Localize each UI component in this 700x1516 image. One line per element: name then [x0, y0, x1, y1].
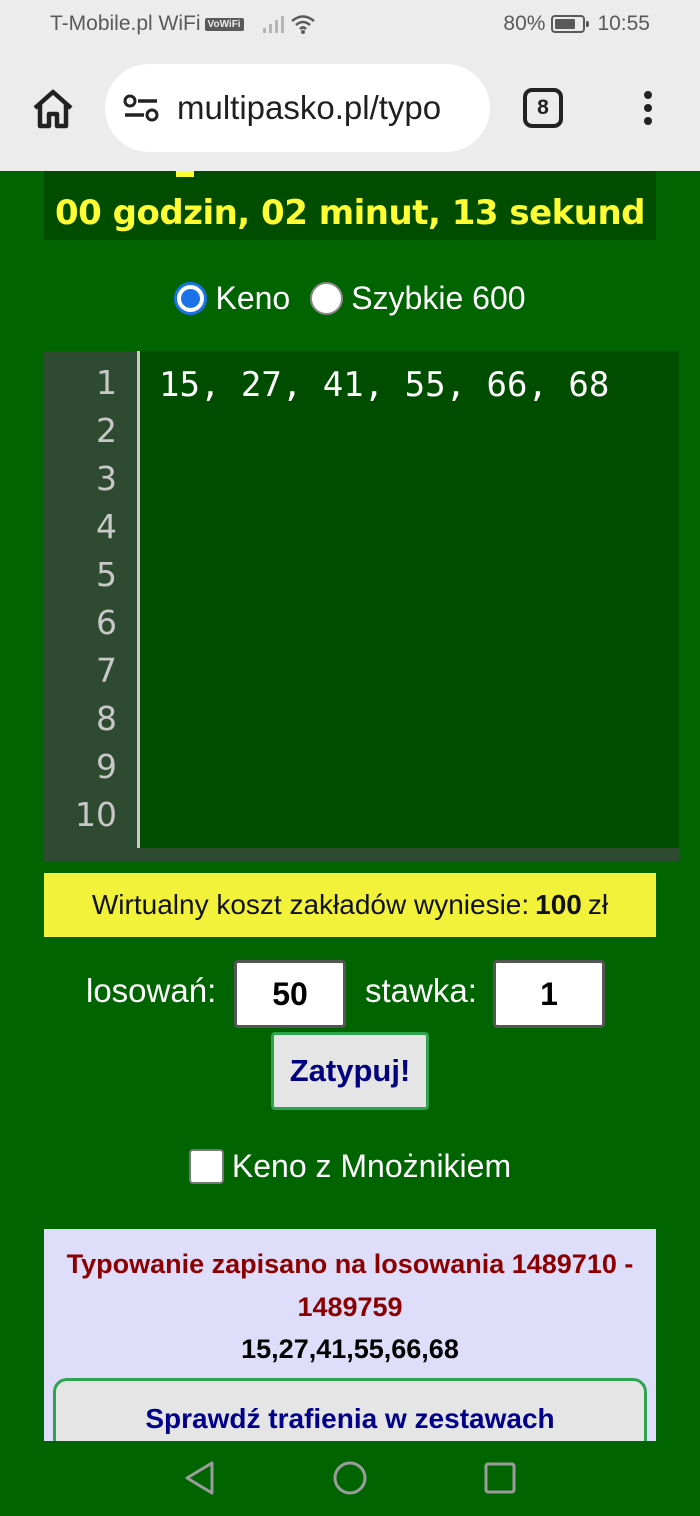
multiplier-label: Keno z Mnożnikiem	[231, 1148, 512, 1184]
address-bar[interactable]: multipasko.pl/typo	[105, 64, 490, 152]
line-number: 10	[75, 795, 117, 834]
numbers-editor[interactable]: 1 2 3 4 5 6 7 8 9 10 15, 27, 41, 55, 66,…	[44, 351, 679, 862]
line-number: 1	[96, 363, 117, 402]
bet-inputs: losowań: 50 stawka: 1	[0, 958, 700, 1028]
clock: 10:55	[597, 12, 650, 35]
countdown-text: 00 godzin, 02 minut, 13 sekund	[54, 193, 646, 233]
carrier-label: T-Mobile.pl WiFi	[50, 12, 201, 35]
radio-option-szybkie-600[interactable]: Szybkie 600	[310, 280, 526, 317]
site-settings-icon[interactable]	[123, 93, 159, 123]
editor-line-1[interactable]: 15, 27, 41, 55, 66, 68	[159, 365, 609, 405]
countdown-panel: 00 godzin, 02 minut, 13 sekund	[44, 171, 656, 240]
check-hits-button[interactable]: Sprawdź trafienia w zestawach	[53, 1378, 647, 1441]
line-number: 6	[96, 603, 117, 642]
battery-icon	[551, 15, 590, 33]
tab-count: 8	[537, 96, 549, 119]
battery-percent: 80%	[503, 12, 546, 35]
cost-label: Wirtualny koszt zakładów wyniesie:	[91, 889, 530, 920]
cost-currency: zł	[587, 889, 609, 920]
more-menu-icon[interactable]	[636, 86, 660, 132]
home-icon[interactable]	[30, 86, 76, 132]
radio-szybkie-600[interactable]	[310, 282, 344, 315]
signal-icon	[262, 16, 284, 33]
radio-option-keno[interactable]: Keno	[174, 280, 290, 317]
url-text: multipasko.pl/typo	[177, 89, 442, 126]
result-numbers: 15,27,41,55,66,68	[241, 1334, 459, 1364]
line-number: 4	[96, 507, 117, 546]
result-panel: Typowanie zapisano na losowania 1489710 …	[44, 1229, 656, 1441]
home-circle-icon[interactable]	[333, 1459, 369, 1497]
tab-switcher-button[interactable]: 8	[523, 88, 563, 128]
status-right: 80% 10:55	[503, 12, 650, 36]
line-number: 5	[96, 555, 117, 594]
cut-off-heading	[176, 171, 194, 177]
line-number: 2	[96, 411, 117, 450]
multiplier-checkbox[interactable]	[188, 1149, 224, 1184]
line-number: 7	[96, 651, 117, 690]
line-number: 3	[96, 459, 117, 498]
status-left: T-Mobile.pl WiFi VoWiFi	[50, 12, 316, 36]
draws-input[interactable]: 50	[234, 960, 346, 1028]
radio-keno[interactable]	[174, 282, 208, 315]
line-number: 8	[96, 699, 117, 738]
cost-amount: 100	[535, 889, 582, 920]
horizontal-scrollbar[interactable]	[44, 848, 679, 862]
status-bar: T-Mobile.pl WiFi VoWiFi 80% 10:55	[0, 0, 700, 50]
radio-keno-label: Keno	[215, 280, 291, 316]
stake-input[interactable]: 1	[493, 960, 605, 1028]
wifi-icon	[290, 15, 315, 34]
submit-button[interactable]: Zatypuj!	[271, 1032, 429, 1110]
back-icon[interactable]	[182, 1459, 218, 1497]
browser-toolbar: multipasko.pl/typo 8	[0, 50, 700, 171]
stake-label: stawka:	[365, 972, 477, 1009]
radio-szybkie-600-label: Szybkie 600	[351, 280, 526, 316]
cost-banner: Wirtualny koszt zakładów wyniesie: 100 z…	[44, 873, 656, 937]
result-title: Typowanie zapisano na losowania 1489710 …	[66, 1249, 634, 1322]
vowifi-badge: VoWiFi	[204, 17, 244, 31]
recent-apps-icon[interactable]	[483, 1459, 519, 1497]
multiplier-option[interactable]: Keno z Mnożnikiem	[0, 1148, 700, 1185]
game-selector: Keno Szybkie 600	[0, 280, 700, 317]
draws-label: losowań:	[86, 972, 217, 1009]
system-navigation-bar	[0, 1441, 700, 1516]
line-number-gutter: 1 2 3 4 5 6 7 8 9 10	[44, 351, 140, 848]
line-number: 9	[96, 747, 117, 786]
